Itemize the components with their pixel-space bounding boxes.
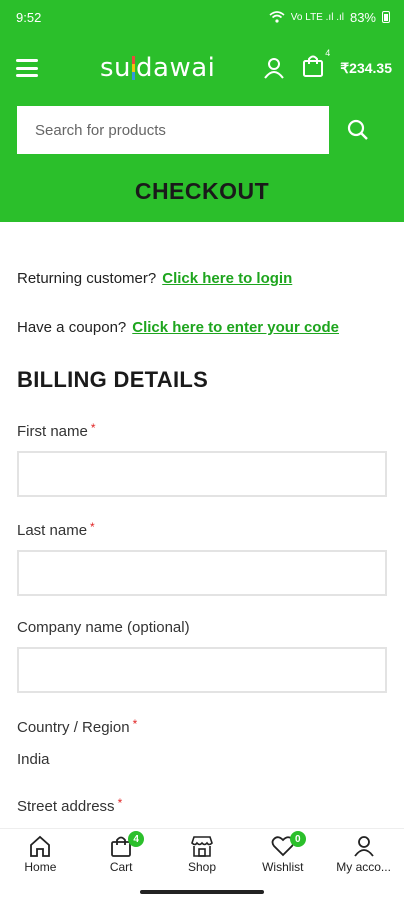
nav-home-label: Home bbox=[24, 860, 57, 874]
last-name-field[interactable] bbox=[17, 550, 387, 596]
nav-cart-label: Cart bbox=[109, 860, 133, 874]
nav-account-label: My acco... bbox=[336, 860, 391, 874]
returning-customer-text: Returning customer? bbox=[17, 270, 157, 287]
returning-customer-notice: Returning customer? Click here to login bbox=[17, 270, 387, 287]
cart-total[interactable]: ₹234.35 bbox=[340, 60, 392, 77]
wishlist-badge: 0 bbox=[289, 831, 306, 847]
country-value: India bbox=[17, 751, 50, 768]
company-name-field[interactable] bbox=[17, 647, 387, 693]
nav-shop[interactable]: Shop bbox=[163, 835, 241, 874]
coupon-notice: Have a coupon? Click here to enter your c… bbox=[17, 319, 387, 336]
required-mark: * bbox=[132, 717, 138, 731]
header-cart-count: 4 bbox=[325, 47, 331, 58]
nav-cart[interactable]: 4 Cart bbox=[82, 831, 160, 874]
status-time: 9:52 bbox=[16, 9, 42, 25]
header-cart-button[interactable]: 4 bbox=[302, 48, 330, 83]
street-address-label: Street address bbox=[17, 798, 115, 815]
logo-text-left: su bbox=[100, 53, 132, 83]
bottom-navigation: Home 4 Cart Shop 0 Wishlist My acco... bbox=[0, 828, 404, 884]
nav-my-account[interactable]: My acco... bbox=[325, 835, 403, 874]
account-icon bbox=[353, 836, 374, 857]
status-bar: 9:52 Vo LTE .ıl .ıl 83% bbox=[0, 0, 404, 34]
shopping-bag-icon bbox=[303, 55, 324, 77]
required-mark: * bbox=[90, 520, 95, 534]
home-icon bbox=[30, 835, 51, 857]
nav-shop-label: Shop bbox=[187, 860, 216, 874]
nav-wishlist[interactable]: 0 Wishlist bbox=[244, 831, 322, 874]
street-address-group: Street address * bbox=[17, 796, 387, 816]
site-header: sudawai 4 ₹234.35 CHECKOUT bbox=[0, 34, 404, 222]
battery-icon bbox=[382, 11, 390, 23]
search-button[interactable] bbox=[329, 118, 387, 142]
billing-details-title: BILLING DETAILS bbox=[17, 367, 209, 392]
required-mark: * bbox=[90, 421, 96, 435]
account-icon[interactable] bbox=[262, 56, 286, 80]
store-icon bbox=[191, 836, 213, 857]
site-logo[interactable]: su dawai bbox=[100, 53, 215, 83]
first-name-group: First name * bbox=[17, 421, 387, 497]
login-link[interactable]: Click here to login bbox=[162, 270, 292, 287]
last-name-group: Last name * bbox=[17, 520, 387, 596]
first-name-label: First name bbox=[17, 423, 88, 440]
last-name-label: Last name bbox=[17, 522, 88, 539]
checkout-form: Returning customer? Click here to login H… bbox=[0, 270, 404, 816]
coupon-link[interactable]: Click here to enter your code bbox=[132, 319, 339, 336]
required-mark: * bbox=[117, 796, 123, 810]
logo-bar bbox=[132, 56, 136, 80]
nav-home[interactable]: Home bbox=[1, 835, 79, 874]
status-indicators: Vo LTE .ıl .ıl 83% bbox=[269, 10, 390, 25]
battery-level: 83% bbox=[349, 9, 376, 25]
company-name-group: Company name (optional) bbox=[17, 619, 387, 693]
country-group: Country / Region * India bbox=[17, 717, 387, 768]
nav-wishlist-label: Wishlist bbox=[262, 860, 304, 874]
search-icon bbox=[347, 119, 368, 140]
wifi-icon bbox=[269, 11, 285, 23]
company-name-label: Company name (optional) bbox=[17, 619, 190, 636]
hamburger-menu-icon[interactable] bbox=[16, 59, 38, 77]
page-title: CHECKOUT bbox=[134, 178, 270, 204]
logo-text-right: dawai bbox=[136, 53, 216, 83]
gesture-bar[interactable] bbox=[0, 884, 404, 900]
coupon-text: Have a coupon? bbox=[17, 319, 127, 336]
country-label: Country / Region bbox=[17, 719, 130, 736]
network-indicator: Vo LTE .ıl .ıl bbox=[290, 11, 344, 23]
cart-badge: 4 bbox=[128, 831, 145, 847]
first-name-field[interactable] bbox=[17, 451, 387, 497]
search-input[interactable] bbox=[17, 106, 330, 154]
